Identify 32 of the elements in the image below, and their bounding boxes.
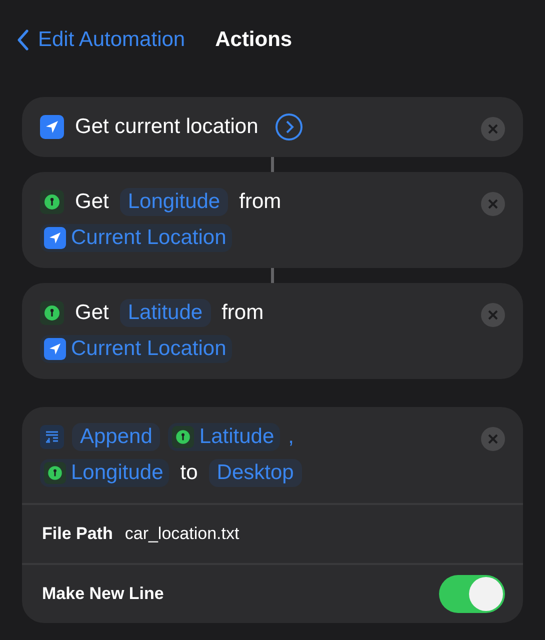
chevron-circle-icon[interactable] [275, 113, 304, 141]
back-button[interactable]: Edit Automation [16, 28, 186, 52]
action-text: Get current location [74, 115, 260, 139]
parameter-token[interactable]: Append [72, 423, 160, 451]
parameter-token[interactable]: Latitude [120, 299, 211, 327]
page-title: Actions [215, 28, 292, 52]
option-label: File Path [42, 524, 113, 544]
option-value[interactable]: car_location.txt [124, 524, 240, 544]
close-icon[interactable] [481, 303, 505, 327]
parameter-token[interactable]: Desktop [208, 459, 302, 487]
close-icon[interactable] [481, 427, 505, 451]
variable-token[interactable]: Latitude [168, 423, 280, 451]
variable-token[interactable]: Current Location [40, 335, 232, 363]
option-label: Make New Line [42, 584, 164, 604]
action-text: from [238, 190, 282, 214]
close-icon[interactable] [481, 192, 505, 216]
separator-text: , [288, 425, 294, 449]
parameter-token[interactable]: Longitude [120, 188, 228, 216]
chevron-left-icon [16, 28, 30, 52]
action-text: Get [74, 301, 110, 325]
variable-token[interactable]: Current Location [40, 224, 232, 252]
variable-token[interactable]: Longitude [40, 459, 170, 487]
text-lines-icon [40, 425, 64, 449]
pin-icon [44, 462, 66, 484]
action-text: to [179, 461, 199, 485]
action-text: Get [74, 190, 110, 214]
toggle-switch[interactable] [439, 575, 505, 613]
pin-icon [40, 190, 64, 214]
close-icon[interactable] [481, 117, 505, 141]
pin-icon [40, 301, 64, 325]
action-text: from [220, 301, 265, 325]
pin-icon [172, 426, 194, 448]
